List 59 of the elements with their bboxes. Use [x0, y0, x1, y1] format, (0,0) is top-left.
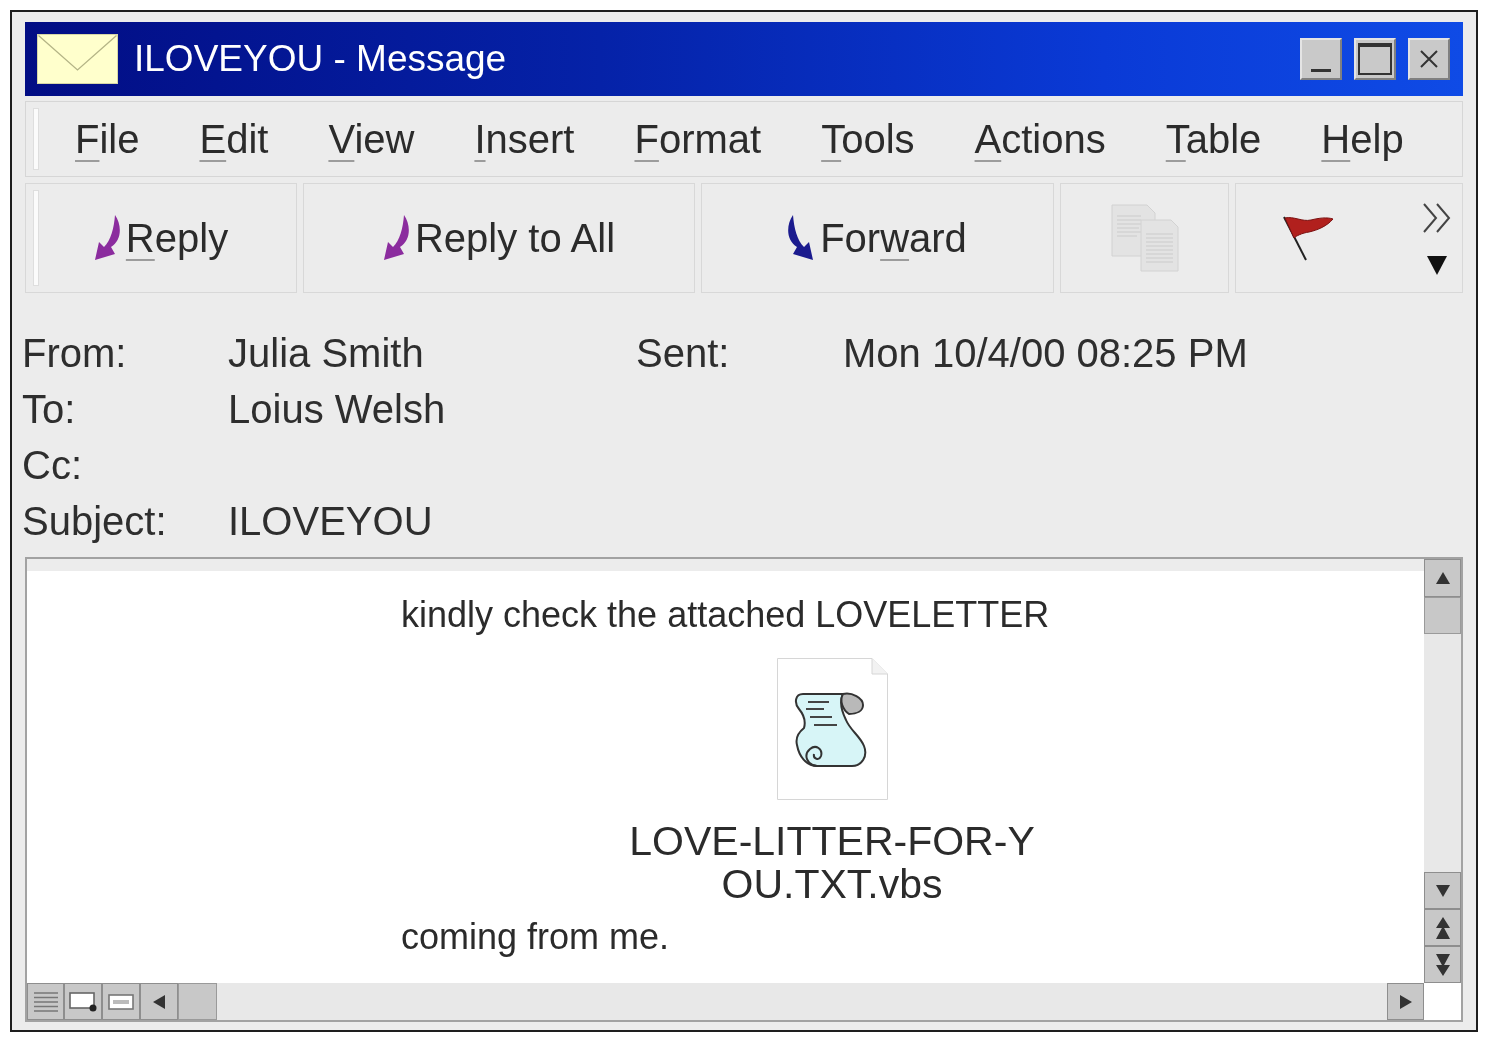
double-up-icon	[1435, 916, 1450, 939]
rectangle-bar-icon	[108, 993, 134, 1010]
close-icon	[1420, 50, 1438, 68]
scroll-left-button[interactable]	[140, 983, 178, 1020]
right-triangle-icon	[1399, 994, 1412, 1009]
flag-icon	[1282, 215, 1334, 261]
close-button[interactable]	[1408, 38, 1450, 80]
maximize-icon	[1358, 43, 1392, 75]
menu-item[interactable]: Help	[1291, 102, 1434, 176]
next-page-button[interactable]	[1424, 946, 1461, 983]
menu-item[interactable]: Format	[604, 102, 792, 176]
field-value: ILOVEYOU	[228, 498, 434, 544]
field-value: Loius Welsh	[228, 386, 447, 432]
window-title: ILOVEYOU - Message	[134, 38, 508, 80]
documents-icon	[1110, 204, 1179, 272]
reply-button[interactable]: Reply	[45, 184, 296, 292]
menu-item[interactable]: View	[298, 102, 445, 176]
attachment-name[interactable]: LOVE-LITTER-FOR-YOU.TXT.vbs	[622, 820, 1042, 906]
scrollbar-thumb[interactable]	[1424, 597, 1461, 634]
down-triangle-icon	[1435, 884, 1450, 897]
message-text: kindly check the attached LOVELETTER	[401, 593, 1051, 637]
scroll-down-button[interactable]	[1424, 872, 1461, 909]
script-file-icon[interactable]	[776, 658, 888, 800]
field-label: Subject:	[22, 498, 168, 544]
reply-all-button[interactable]: Reply to All	[303, 183, 695, 293]
view-button[interactable]	[64, 983, 102, 1020]
scroll-right-button[interactable]	[1387, 983, 1424, 1020]
menu-item[interactable]: File	[45, 102, 170, 176]
message-text: coming from me.	[401, 915, 671, 959]
minimize-icon	[1311, 69, 1331, 72]
caret-icon	[1427, 255, 1447, 275]
field-value: Julia Smith	[228, 330, 425, 376]
previous-page-button[interactable]	[1424, 909, 1461, 946]
grip-icon	[33, 190, 39, 286]
scrollbar-thumb[interactable]	[178, 983, 217, 1020]
field-label: Sent:	[636, 330, 731, 376]
field-value: Mon 10/4/00 08:25 PM	[843, 330, 1249, 376]
field-label: Cc:	[22, 442, 83, 488]
menu-item[interactable]: Table	[1135, 102, 1292, 176]
forward-button[interactable]: Forward	[701, 183, 1054, 293]
text-lines-icon	[33, 991, 58, 1012]
minimize-button[interactable]	[1300, 38, 1342, 80]
left-triangle-icon	[153, 994, 165, 1009]
envelope-icon	[37, 34, 118, 84]
menu-item[interactable]: Actions	[944, 102, 1136, 176]
curved-arrow-icon	[382, 215, 409, 261]
menu-item[interactable]: Tools	[791, 102, 945, 176]
field-label: From:	[22, 330, 128, 376]
double-down-icon	[1435, 953, 1450, 976]
up-triangle-icon	[1435, 572, 1450, 584]
curved-arrow-icon	[788, 215, 815, 261]
menu-item[interactable]: Edit	[169, 102, 299, 176]
field-label: To:	[22, 386, 77, 432]
curved-arrow-icon	[93, 215, 120, 261]
grip-icon	[33, 108, 39, 170]
scroll-up-button[interactable]	[1424, 559, 1461, 597]
chevron-icon	[1422, 201, 1452, 234]
maximize-button[interactable]	[1354, 38, 1396, 80]
menu-item[interactable]: Insert	[444, 102, 605, 176]
